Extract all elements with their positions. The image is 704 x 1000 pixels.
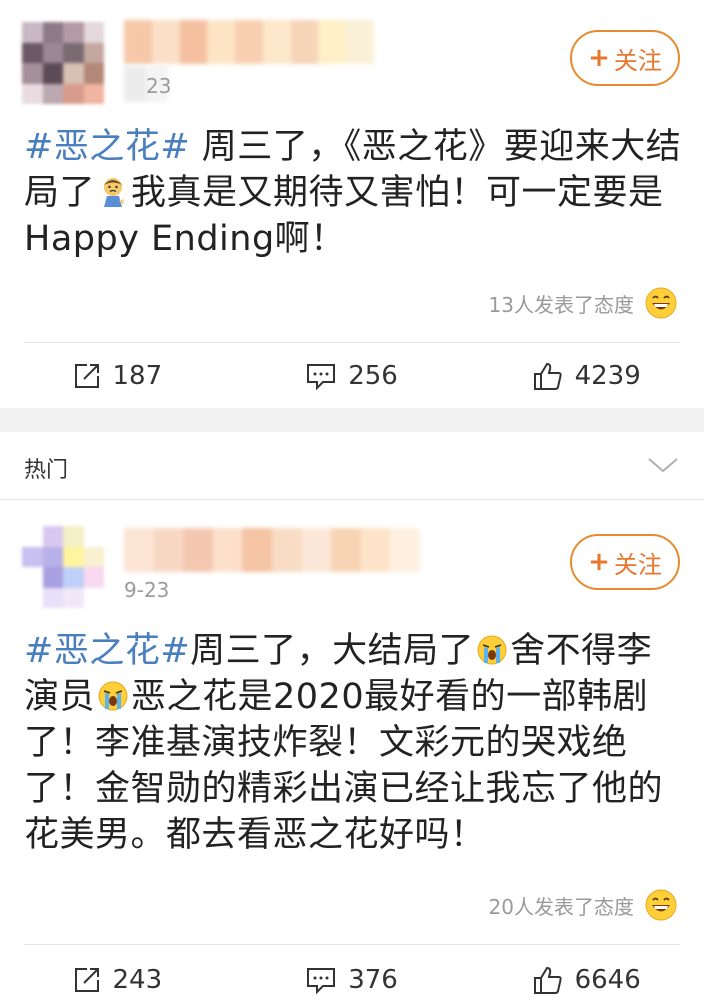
section-header: 热门 <box>0 432 704 500</box>
follow-button[interactable]: + 关注 <box>570 534 680 590</box>
chevron-down-icon[interactable] <box>646 454 680 476</box>
grin-emoji-icon <box>645 287 677 319</box>
comment-button[interactable]: 376 <box>235 950 470 1000</box>
thumbs-up-icon <box>533 966 562 994</box>
like-count: 4239 <box>574 361 641 391</box>
like-button[interactable]: 4239 <box>469 346 704 406</box>
attitude-label: 13人发表了态度 <box>488 292 634 317</box>
username[interactable] <box>124 20 374 64</box>
post-text-part: 周三了，大结局了 <box>190 631 475 671</box>
repost-count: 187 <box>112 361 163 391</box>
loud-crying-emoji-icon <box>98 681 128 711</box>
comment-count: 256 <box>348 361 398 391</box>
post-time: 23 <box>146 74 172 98</box>
attitude-summary[interactable]: 13人发表了态度 <box>489 286 678 320</box>
post-card: 9-23 + 关注 #恶之花#周三了，大结局了 舍不得李演员 恶之花是2020最… <box>0 500 704 1000</box>
comment-button[interactable]: 256 <box>235 346 470 406</box>
repost-button[interactable]: 243 <box>0 950 235 1000</box>
section-title: 热门 <box>24 458 69 483</box>
plus-icon: + <box>588 43 610 73</box>
follow-label: 关注 <box>613 46 662 75</box>
crying-baby-emoji-icon <box>104 178 125 207</box>
post-card: 23 + 关注 #恶之花# 周三了，《恶之花》要迎来大结局了 我真是又期待又害怕… <box>0 0 704 408</box>
follow-label: 关注 <box>613 550 662 579</box>
action-bar: 243 376 6646 <box>0 950 704 1000</box>
repost-count: 243 <box>112 965 163 995</box>
thumbs-up-icon <box>533 362 562 390</box>
avatar[interactable] <box>22 22 104 104</box>
divider <box>24 342 680 343</box>
loud-crying-emoji-icon <box>477 635 507 665</box>
hashtag-link[interactable]: #恶之花# <box>24 631 190 671</box>
post-time: 9-23 <box>124 578 170 602</box>
hashtag-link[interactable]: #恶之花# <box>24 127 190 167</box>
post-text: #恶之花# 周三了，《恶之花》要迎来大结局了 我真是又期待又害怕！可一定要是Ha… <box>24 124 684 262</box>
username[interactable] <box>124 528 420 572</box>
repost-icon <box>74 968 99 992</box>
follow-button[interactable]: + 关注 <box>570 30 680 86</box>
comment-count: 376 <box>348 965 398 995</box>
comment-icon <box>307 364 336 390</box>
section-gap <box>0 408 704 432</box>
action-bar: 187 256 4239 <box>0 346 704 406</box>
comment-icon <box>307 968 336 994</box>
post-text: #恶之花#周三了，大结局了 舍不得李演员 恶之花是2020最好看的一部韩剧了！李… <box>24 628 684 858</box>
plus-icon: + <box>588 547 610 577</box>
avatar[interactable] <box>22 526 104 608</box>
like-button[interactable]: 6646 <box>469 950 704 1000</box>
attitude-label: 20人发表了态度 <box>488 894 634 919</box>
repost-icon <box>74 364 99 388</box>
grin-emoji-icon <box>645 889 677 921</box>
divider <box>24 944 680 945</box>
like-count: 6646 <box>574 965 641 995</box>
repost-button[interactable]: 187 <box>0 346 235 406</box>
attitude-summary[interactable]: 20人发表了态度 <box>489 888 678 922</box>
